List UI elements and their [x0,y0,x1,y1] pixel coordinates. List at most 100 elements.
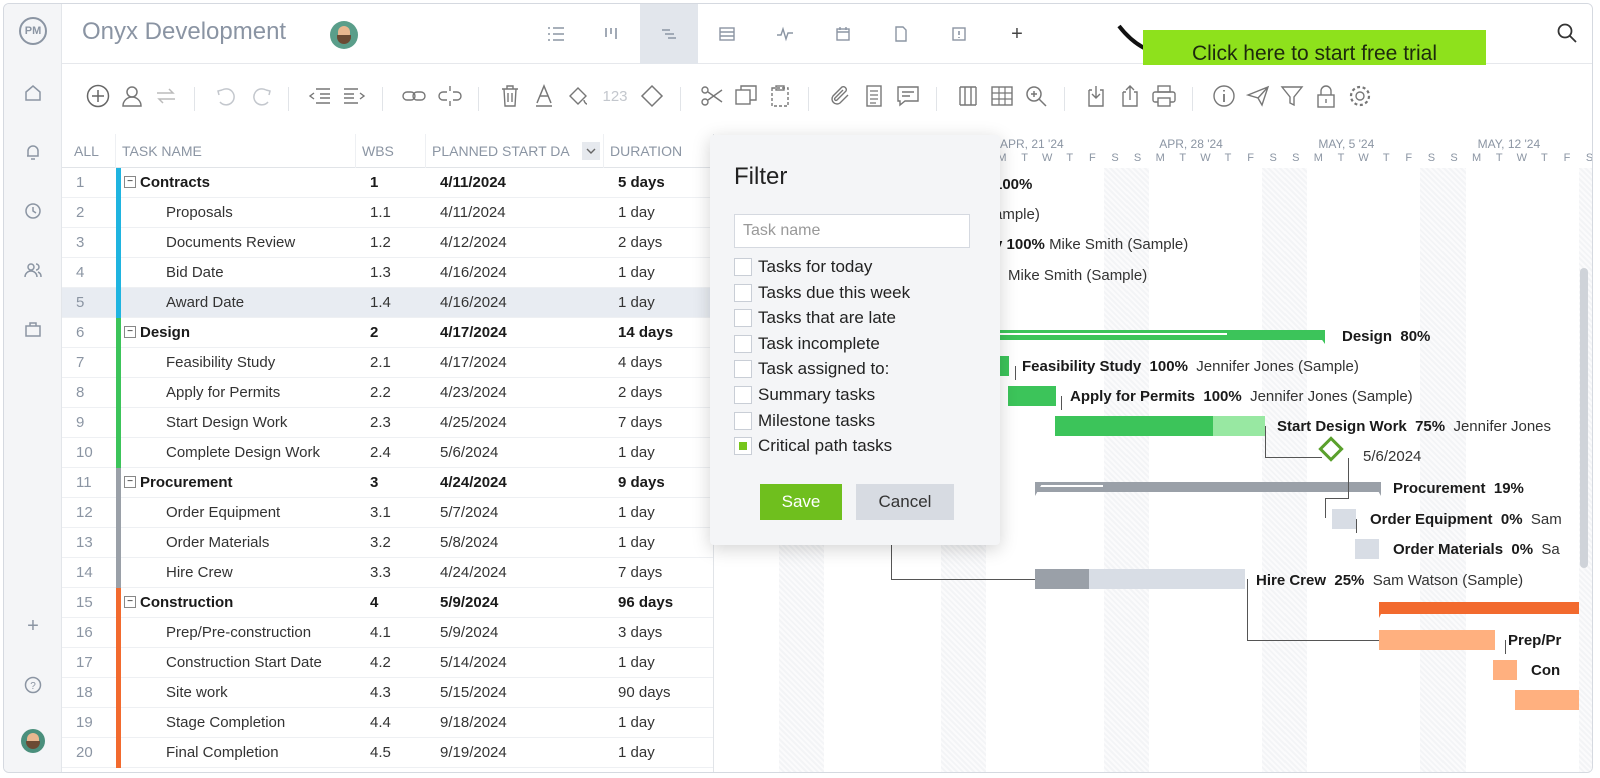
wbs-cell[interactable]: 4.5 [364,738,434,768]
wbs-cell[interactable]: 2.1 [364,348,434,378]
board-view-icon[interactable] [582,4,640,64]
duration-cell[interactable]: 1 day [612,648,713,678]
start-date-cell[interactable]: 4/25/2024 [434,408,612,438]
start-date-cell[interactable]: 5/8/2024 [434,528,612,558]
filter-option[interactable]: Milestone tasks [734,409,875,433]
start-date-cell[interactable]: 4/17/2024 [434,318,612,348]
wbs-cell[interactable]: 1.4 [364,288,434,318]
duration-cell[interactable]: 7 days [612,408,713,438]
files-view-icon[interactable] [872,4,930,64]
wbs-cell[interactable]: 1 [364,168,434,198]
gantt-bar-construction[interactable] [1379,602,1579,614]
header-all[interactable]: ALL [62,134,116,168]
wbs-cell[interactable]: 2.4 [364,438,434,468]
start-date-cell[interactable]: 4/16/2024 [434,288,612,318]
send-icon[interactable] [1244,82,1272,110]
checkbox[interactable] [734,411,752,430]
duration-cell[interactable]: 2 days [612,228,713,258]
wbs-cell[interactable]: 2.3 [364,408,434,438]
gantt-bar-permits[interactable] [1008,386,1056,406]
delete-icon[interactable] [496,82,524,110]
chevron-down-icon[interactable] [582,142,600,160]
table-row[interactable]: 11− Procurement 3 4/24/2024 9 days [62,468,713,498]
sheet-view-icon[interactable] [698,4,756,64]
list-view-icon[interactable] [527,4,585,64]
gantt-bar-design[interactable] [995,330,1325,340]
task-name-filter-input[interactable]: Task name [734,214,970,248]
start-date-cell[interactable]: 5/15/2024 [434,678,612,708]
duration-cell[interactable]: 96 days [612,588,713,618]
time-icon[interactable] [4,196,62,226]
table-row[interactable]: 4 Bid Date 1.3 4/16/2024 1 day [62,258,713,288]
user-avatar[interactable] [4,726,62,756]
start-date-cell[interactable]: 9/19/2024 [434,738,612,768]
recurring-icon[interactable] [152,82,180,110]
filter-option[interactable]: Task assigned to: [734,357,889,381]
notes-icon[interactable] [860,82,888,110]
table-row[interactable]: 10 Complete Design Work 2.4 5/6/2024 1 day [62,438,713,468]
checkbox[interactable] [734,437,752,456]
grid-icon[interactable] [988,82,1016,110]
checkbox[interactable] [734,386,752,404]
duration-cell[interactable]: 1 day [612,498,713,528]
start-date-cell[interactable]: 4/23/2024 [434,378,612,408]
start-date-cell[interactable]: 5/7/2024 [434,498,612,528]
checkbox[interactable] [734,283,752,302]
duration-cell[interactable]: 1 day [612,528,713,558]
wbs-cell[interactable]: 1.2 [364,228,434,258]
gantt-view-icon[interactable] [640,4,698,64]
table-row[interactable]: 6− Design 2 4/17/2024 14 days [62,318,713,348]
portfolio-icon[interactable] [4,314,62,344]
duration-cell[interactable]: 5 days [612,168,713,198]
notifications-icon[interactable] [4,137,62,167]
fill-color-icon[interactable] [564,82,592,110]
table-row[interactable]: 13 Order Materials 3.2 5/8/2024 1 day [62,528,713,558]
undo-icon[interactable] [212,82,240,110]
table-row[interactable]: 12 Order Equipment 3.1 5/7/2024 1 day [62,498,713,528]
table-row[interactable]: 14 Hire Crew 3.3 4/24/2024 7 days [62,558,713,588]
duration-cell[interactable]: 1 day [612,708,713,738]
wbs-cell[interactable]: 1.1 [364,198,434,228]
table-row[interactable]: 1− Contracts 1 4/11/2024 5 days [62,168,713,198]
table-row[interactable]: 19 Stage Completion 4.4 9/18/2024 1 day [62,708,713,738]
indent-icon[interactable] [340,82,368,110]
lock-icon[interactable] [1312,82,1340,110]
gantt-bar-hire-crew[interactable] [1035,569,1089,589]
wbs-cell[interactable]: 4.3 [364,678,434,708]
assign-user-icon[interactable] [118,82,146,110]
cancel-button[interactable]: Cancel [856,484,954,520]
number-format-icon[interactable]: 123 [598,82,632,110]
collapse-icon[interactable]: − [124,176,136,189]
font-color-icon[interactable] [530,82,558,110]
table-row[interactable]: 5 Award Date 1.4 4/16/2024 1 day [62,288,713,318]
start-date-cell[interactable]: 4/11/2024 [434,198,612,228]
filter-option[interactable]: Tasks for today [734,255,872,279]
start-date-cell[interactable]: 4/16/2024 [434,258,612,288]
start-date-cell[interactable]: 4/12/2024 [434,228,612,258]
duration-cell[interactable]: 3 days [612,618,713,648]
risks-view-icon[interactable] [930,4,988,64]
header-wbs[interactable]: WBS [356,134,426,168]
home-icon[interactable] [4,78,62,108]
info-icon[interactable] [1210,82,1238,110]
table-row[interactable]: 17 Construction Start Date 4.2 5/14/2024 1 d… [62,648,713,678]
filter-option[interactable]: Tasks that are late [734,306,896,330]
gantt-bar-prep[interactable] [1379,630,1495,650]
filter-option[interactable]: Task incomplete [734,332,880,356]
pm-logo[interactable]: PM [4,16,62,46]
duration-cell[interactable]: 1 day [612,288,713,318]
duration-cell[interactable]: 1 day [612,738,713,768]
header-task-name[interactable]: TASK NAME [116,134,356,168]
attachment-icon[interactable] [826,82,854,110]
start-date-cell[interactable]: 5/9/2024 [434,618,612,648]
filter-option[interactable]: Critical path tasks [734,434,892,458]
table-row[interactable]: 16 Prep/Pre-construction 4.1 5/9/2024 3 days [62,618,713,648]
duration-cell[interactable]: 1 day [612,438,713,468]
gantt-milestone-design[interactable] [1318,436,1344,462]
cut-icon[interactable] [698,82,726,110]
table-row[interactable]: 18 Site work 4.3 5/15/2024 90 days [62,678,713,708]
collapse-icon[interactable]: − [124,326,136,339]
redo-icon[interactable] [248,82,276,110]
settings-icon[interactable] [1346,82,1374,110]
add-task-icon[interactable] [84,82,112,110]
